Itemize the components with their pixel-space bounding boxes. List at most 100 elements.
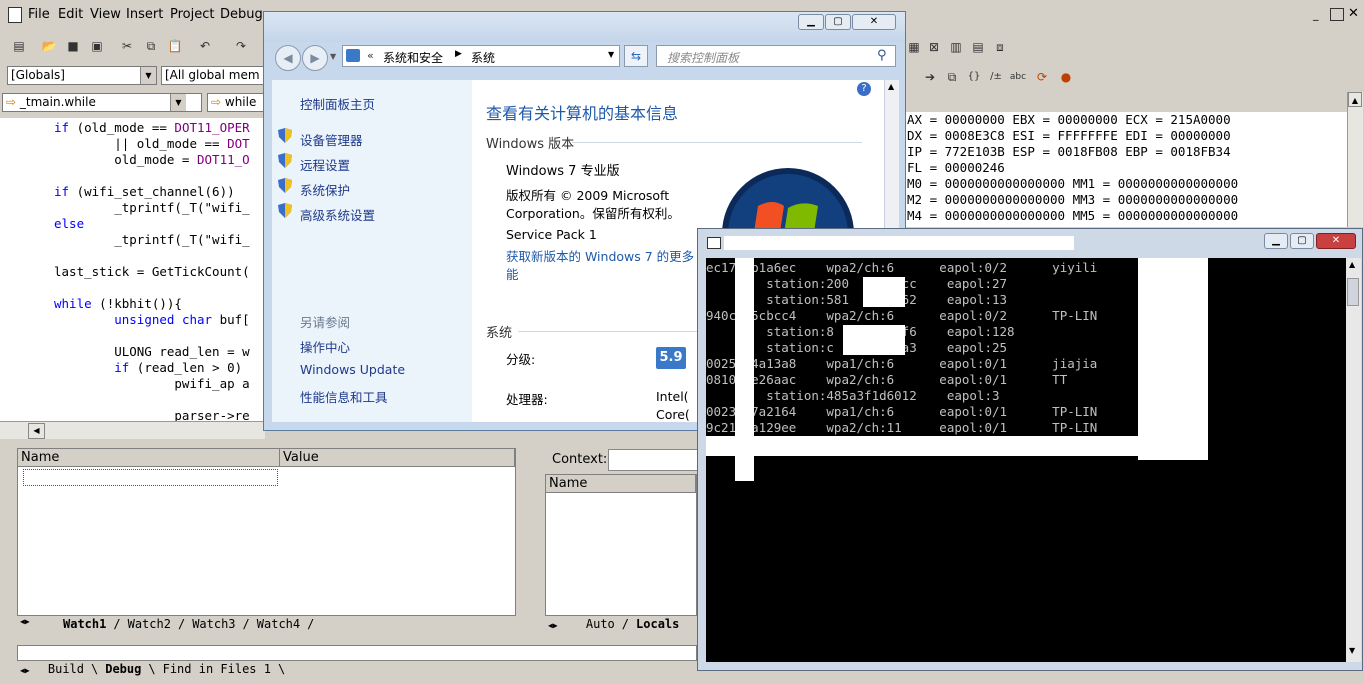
menu-file[interactable]: File bbox=[28, 7, 50, 22]
scroll-thumb[interactable] bbox=[1347, 278, 1359, 306]
minimize-button[interactable]: ▁ bbox=[798, 14, 824, 30]
breadcrumb-security[interactable]: 系统和安全 bbox=[383, 49, 443, 66]
see-also-action-center[interactable]: 操作中心 bbox=[300, 337, 350, 356]
scroll-left-icon[interactable]: ◀ bbox=[28, 423, 45, 439]
open-file-icon[interactable]: 📂 bbox=[40, 37, 58, 55]
save-all-icon[interactable]: ▣ bbox=[88, 37, 106, 55]
console-output[interactable]: ec17 b1a6ec wpa2/ch:6 eapol:0/2 yiyili s… bbox=[706, 258, 1346, 662]
watch-col-value[interactable]: Value bbox=[280, 449, 515, 467]
copy-icon[interactable]: ⧉ bbox=[142, 37, 160, 55]
registers-window-icon[interactable]: ▥ bbox=[947, 38, 965, 56]
see-also-performance[interactable]: 性能信息和工具 bbox=[300, 387, 388, 406]
search-icon[interactable]: ⚲ bbox=[877, 48, 887, 63]
redaction-block bbox=[863, 277, 905, 307]
menu-insert[interactable]: Insert bbox=[126, 7, 163, 22]
mdi-minimize-button[interactable]: _ bbox=[1313, 8, 1327, 21]
menu-project[interactable]: Project bbox=[170, 7, 214, 22]
wizard-combo[interactable]: ⇨ while bbox=[207, 93, 265, 112]
tab-build[interactable]: Build bbox=[41, 662, 91, 676]
chevron-down-icon[interactable]: ▼ bbox=[170, 94, 186, 111]
variables-window[interactable]: Name bbox=[545, 474, 697, 616]
maximize-button[interactable]: ▢ bbox=[825, 14, 851, 30]
watch-window-icon[interactable]: ▦ bbox=[905, 38, 923, 56]
upgrade-link-line-2[interactable]: 能 bbox=[506, 264, 519, 283]
refresh-icon[interactable]: ⟳ bbox=[1033, 68, 1051, 86]
sidebar-device-manager[interactable]: 设备管理器 bbox=[300, 130, 363, 149]
quickwatch-icon[interactable]: {} bbox=[965, 68, 983, 86]
variables-window-icon[interactable]: ⊠ bbox=[925, 38, 943, 56]
close-button[interactable]: ✕ bbox=[852, 14, 896, 30]
tab-debug[interactable]: Debug bbox=[98, 662, 148, 676]
sidebar-system-protection[interactable]: 系统保护 bbox=[300, 180, 350, 199]
minimize-button[interactable]: ▁ bbox=[1264, 233, 1288, 249]
tab-find-in-files[interactable]: Find in Files 1 bbox=[156, 662, 278, 676]
search-box[interactable]: 搜索控制面板 ⚲ bbox=[656, 45, 896, 67]
registers-vscroll[interactable]: ▲ bbox=[1347, 92, 1363, 227]
spell-check-icon[interactable]: abc bbox=[1009, 68, 1027, 86]
address-bar[interactable]: « 系统和安全 ▶ 系统 ▼ bbox=[342, 45, 620, 67]
tab-watch1[interactable]: Watch1 bbox=[56, 617, 113, 631]
run-to-cursor-icon[interactable]: ⧉ bbox=[943, 68, 961, 86]
sidebar-home-link[interactable]: 控制面板主页 bbox=[300, 94, 375, 113]
save-icon[interactable]: ■ bbox=[64, 37, 82, 55]
tab-scroll-left-icon[interactable]: ◀▶ bbox=[20, 666, 30, 675]
tab-auto[interactable]: Auto bbox=[579, 617, 622, 631]
tab-scroll-left-icon[interactable]: ◀▶ bbox=[548, 621, 558, 630]
refresh-button[interactable]: ⇆ bbox=[624, 45, 648, 67]
cut-icon[interactable]: ✂ bbox=[118, 37, 136, 55]
chevron-down-icon[interactable]: ▼ bbox=[140, 67, 156, 84]
code-editor-hscroll[interactable]: ◀ bbox=[0, 421, 265, 439]
tab-scroll-left-icon[interactable]: ◀▶ bbox=[20, 617, 30, 626]
scroll-up-icon[interactable]: ▲ bbox=[1348, 92, 1362, 107]
redo-icon[interactable]: ↷ bbox=[232, 37, 250, 55]
memory-window-icon[interactable]: ▤ bbox=[969, 38, 987, 56]
maximize-button[interactable]: ▢ bbox=[1290, 233, 1314, 249]
watch-col-name[interactable]: Name bbox=[18, 449, 280, 467]
see-also-windows-update[interactable]: Windows Update bbox=[300, 362, 405, 377]
scope-combo[interactable]: [Globals] ▼ bbox=[7, 66, 157, 85]
menu-view[interactable]: View bbox=[90, 7, 121, 22]
sidebar-advanced-settings[interactable]: 高级系统设置 bbox=[300, 205, 375, 224]
variables-col-name[interactable]: Name bbox=[546, 475, 696, 493]
scroll-up-icon[interactable]: ▲ bbox=[888, 82, 894, 91]
workspace-icon[interactable]: ▤ bbox=[10, 37, 28, 55]
watch-window[interactable]: Name Value bbox=[17, 448, 516, 616]
upgrade-link-line-1[interactable]: 获取新版本的 Windows 7 的更多 bbox=[506, 246, 694, 265]
close-button[interactable]: ✕ bbox=[1316, 233, 1356, 249]
members-combo[interactable]: [All global mem bbox=[161, 66, 265, 85]
tab-watch4[interactable]: Watch4 bbox=[250, 617, 307, 631]
context-label: Context: bbox=[552, 452, 608, 467]
paste-icon[interactable]: 📋 bbox=[166, 37, 184, 55]
tab-locals[interactable]: Locals bbox=[629, 617, 686, 631]
code-editor[interactable]: if (old_mode == DOT11_OPER || old_mode =… bbox=[0, 118, 265, 421]
location-combo[interactable]: ⇨ _tmain.while ▼ bbox=[2, 93, 202, 112]
scroll-up-icon[interactable]: ▲ bbox=[1349, 260, 1355, 269]
menu-edit[interactable]: Edit bbox=[58, 7, 83, 22]
help-icon[interactable]: ? bbox=[857, 82, 871, 96]
context-combo[interactable] bbox=[608, 449, 700, 471]
breadcrumb-system[interactable]: 系统 bbox=[471, 49, 495, 66]
tool-icon[interactable]: ● bbox=[1057, 68, 1075, 86]
console-vscroll[interactable]: ▲ ▼ bbox=[1346, 258, 1361, 662]
tab-watch3[interactable]: Watch3 bbox=[185, 617, 242, 631]
hex-display-icon[interactable]: /± bbox=[987, 68, 1005, 86]
code-line: if (old_mode == DOT11_OPER bbox=[54, 120, 250, 135]
registers-window[interactable]: AX = 00000000 EBX = 00000000 ECX = 215A0… bbox=[905, 112, 1348, 227]
callstack-window-icon[interactable]: ⧈ bbox=[991, 38, 1009, 56]
back-button[interactable]: ◀ bbox=[275, 45, 301, 71]
history-dropdown-icon[interactable]: ▼ bbox=[330, 52, 336, 61]
mdi-close-button[interactable]: ✕ bbox=[1348, 6, 1359, 21]
mdi-restore-button[interactable] bbox=[1330, 8, 1344, 21]
experience-index-badge[interactable]: 5.9 bbox=[656, 347, 686, 369]
undo-icon[interactable]: ↶ bbox=[196, 37, 214, 55]
step-out-icon[interactable]: ➔ bbox=[921, 68, 939, 86]
watch-new-entry[interactable] bbox=[23, 469, 278, 486]
address-dropdown-icon[interactable]: ▼ bbox=[608, 50, 614, 59]
menu-debug[interactable]: Debug bbox=[220, 7, 263, 22]
sidebar-remote-settings[interactable]: 远程设置 bbox=[300, 155, 350, 174]
console-window[interactable]: ▁ ▢ ✕ ec17 b1a6ec wpa2/ch:6 eapol:0/2 yi… bbox=[697, 228, 1363, 671]
scroll-down-icon[interactable]: ▼ bbox=[1349, 646, 1355, 655]
tab-watch2[interactable]: Watch2 bbox=[121, 617, 178, 631]
output-window[interactable] bbox=[17, 645, 697, 661]
forward-button[interactable]: ▶ bbox=[302, 45, 328, 71]
